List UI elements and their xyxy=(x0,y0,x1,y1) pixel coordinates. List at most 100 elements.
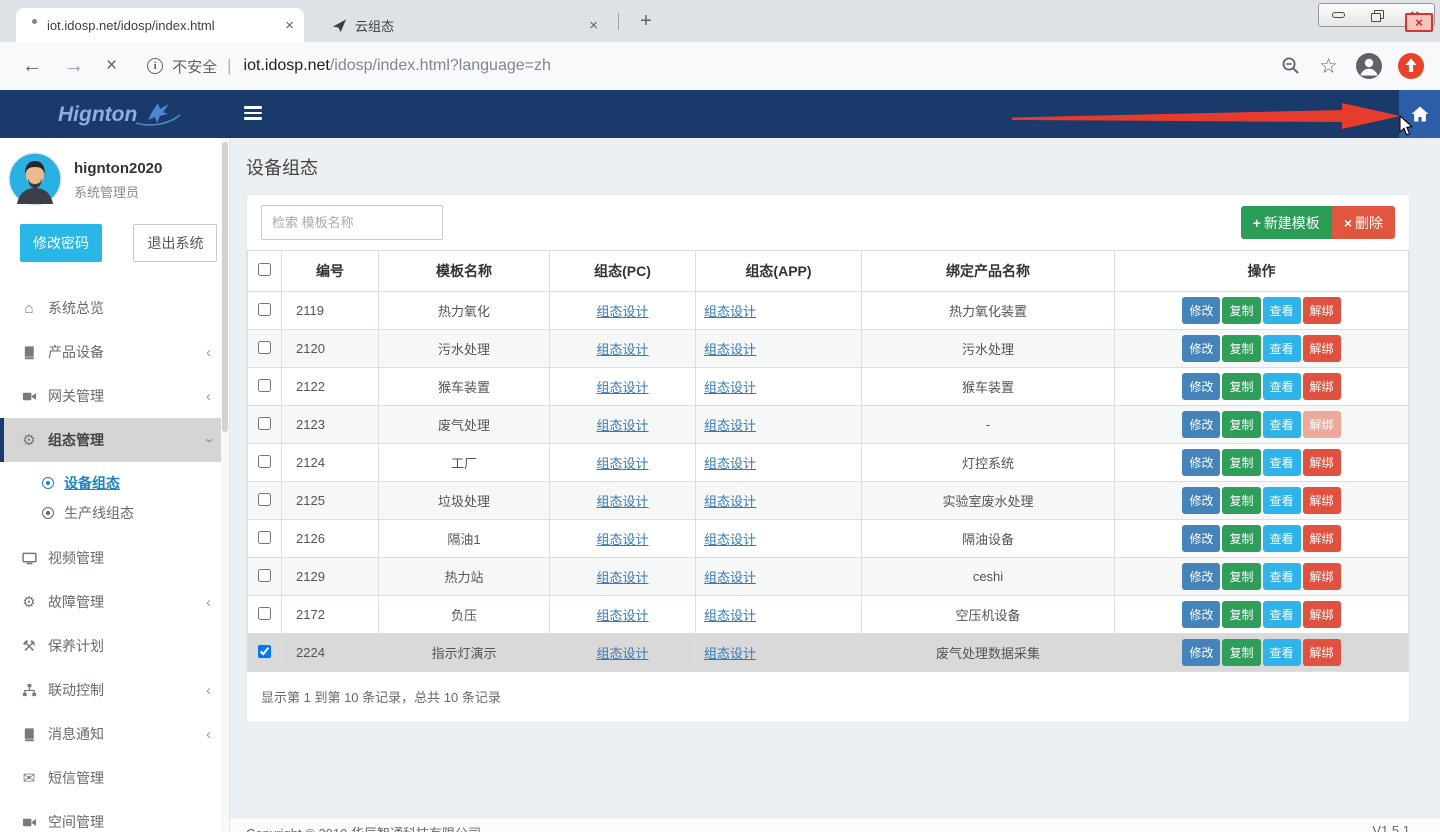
logout-button[interactable]: 退出系统 xyxy=(133,224,217,262)
sidebar-item-maintenance-plan[interactable]: ⚒ 保养计划 xyxy=(0,624,229,668)
search-input[interactable] xyxy=(261,205,443,240)
unbind-button[interactable]: 解绑 xyxy=(1303,335,1341,362)
row-checkbox[interactable] xyxy=(258,417,271,430)
view-button[interactable]: 查看 xyxy=(1263,563,1301,590)
view-button[interactable]: 查看 xyxy=(1263,411,1301,438)
unbind-button[interactable]: 解绑 xyxy=(1303,525,1341,552)
pc-design-link[interactable]: 组态设计 xyxy=(596,494,648,509)
app-design-link[interactable]: 组态设计 xyxy=(704,380,756,395)
unbind-button[interactable]: 解绑 xyxy=(1303,639,1341,666)
hamburger-menu-icon[interactable] xyxy=(244,106,262,123)
restore-button[interactable] xyxy=(1357,4,1395,26)
change-password-button[interactable]: 修改密码 xyxy=(20,224,102,262)
pc-design-link[interactable]: 组态设计 xyxy=(596,532,648,547)
edit-button[interactable]: 修改 xyxy=(1182,335,1220,362)
copy-button[interactable]: 复制 xyxy=(1222,525,1260,552)
tab-close-icon[interactable]: × xyxy=(589,17,598,34)
copy-button[interactable]: 复制 xyxy=(1222,563,1260,590)
edit-button[interactable]: 修改 xyxy=(1182,449,1220,476)
view-button[interactable]: 查看 xyxy=(1263,601,1301,628)
bookmark-star-icon[interactable]: ☆ xyxy=(1319,54,1338,79)
view-button[interactable]: 查看 xyxy=(1263,449,1301,476)
edit-button[interactable]: 修改 xyxy=(1182,601,1220,628)
edit-button[interactable]: 修改 xyxy=(1182,411,1220,438)
copy-button[interactable]: 复制 xyxy=(1222,639,1260,666)
row-checkbox[interactable] xyxy=(258,607,271,620)
app-design-link[interactable]: 组态设计 xyxy=(704,646,756,661)
sidebar-item-sms-management[interactable]: ✉ 短信管理 xyxy=(0,756,229,800)
minimize-button[interactable] xyxy=(1319,4,1357,26)
pc-design-link[interactable]: 组态设计 xyxy=(596,342,648,357)
unbind-button[interactable]: 解绑 xyxy=(1303,411,1341,438)
zoom-out-icon[interactable] xyxy=(1281,56,1301,76)
edit-button[interactable]: 修改 xyxy=(1182,639,1220,666)
row-checkbox[interactable] xyxy=(258,303,271,316)
sidebar-item-linkage-control[interactable]: 联动控制 ‹ xyxy=(0,668,229,712)
copy-button[interactable]: 复制 xyxy=(1222,601,1260,628)
delete-button[interactable]: ×删除 xyxy=(1332,206,1395,239)
view-button[interactable]: 查看 xyxy=(1263,487,1301,514)
app-design-link[interactable]: 组态设计 xyxy=(704,456,756,471)
pc-design-link[interactable]: 组态设计 xyxy=(596,456,648,471)
app-design-link[interactable]: 组态设计 xyxy=(704,304,756,319)
new-template-button[interactable]: +新建模板 xyxy=(1241,206,1332,239)
copy-button[interactable]: 复制 xyxy=(1222,373,1260,400)
edit-button[interactable]: 修改 xyxy=(1182,487,1220,514)
unbind-button[interactable]: 解绑 xyxy=(1303,563,1341,590)
sidebar-item-product-devices[interactable]: 产品设备 ‹ xyxy=(0,330,229,374)
view-button[interactable]: 查看 xyxy=(1263,639,1301,666)
pc-design-link[interactable]: 组态设计 xyxy=(596,418,648,433)
unbind-button[interactable]: 解绑 xyxy=(1303,601,1341,628)
app-design-link[interactable]: 组态设计 xyxy=(704,608,756,623)
sidebar-item-space-management[interactable]: 空间管理 xyxy=(0,800,229,832)
forward-button[interactable]: → xyxy=(64,55,84,78)
info-icon[interactable]: i xyxy=(147,58,163,74)
pc-design-link[interactable]: 组态设计 xyxy=(596,570,648,585)
copy-button[interactable]: 复制 xyxy=(1222,449,1260,476)
copy-button[interactable]: 复制 xyxy=(1222,297,1260,324)
sidebar-item-fault-management[interactable]: ⚙ 故障管理 ‹ xyxy=(0,580,229,624)
row-checkbox[interactable] xyxy=(258,645,271,658)
unbind-button[interactable]: 解绑 xyxy=(1303,297,1341,324)
view-button[interactable]: 查看 xyxy=(1263,335,1301,362)
copy-button[interactable]: 复制 xyxy=(1222,335,1260,362)
row-checkbox[interactable] xyxy=(258,379,271,392)
copy-button[interactable]: 复制 xyxy=(1222,487,1260,514)
pc-design-link[interactable]: 组态设计 xyxy=(596,380,648,395)
tab-close-icon[interactable]: × xyxy=(285,17,294,34)
extension-icon[interactable] xyxy=(1398,53,1424,79)
app-design-link[interactable]: 组态设计 xyxy=(704,418,756,433)
row-checkbox[interactable] xyxy=(258,569,271,582)
edit-button[interactable]: 修改 xyxy=(1182,563,1220,590)
edit-button[interactable]: 修改 xyxy=(1182,525,1220,552)
row-checkbox[interactable] xyxy=(258,531,271,544)
sidebar-scrollbar[interactable] xyxy=(221,138,229,832)
row-checkbox[interactable] xyxy=(258,455,271,468)
edit-button[interactable]: 修改 xyxy=(1182,373,1220,400)
app-design-link[interactable]: 组态设计 xyxy=(704,532,756,547)
browser-tab-inactive[interactable]: 云组态 × xyxy=(318,8,608,42)
unbind-button[interactable]: 解绑 xyxy=(1303,449,1341,476)
app-design-link[interactable]: 组态设计 xyxy=(704,494,756,509)
browser-profile-icon[interactable] xyxy=(1356,53,1382,79)
stop-button[interactable]: × xyxy=(106,55,117,77)
address-bar[interactable]: i 不安全 | iot.idosp.net/idosp/index.html?l… xyxy=(147,56,1263,77)
pc-design-link[interactable]: 组态设计 xyxy=(596,304,648,319)
sidebar-item-config-management[interactable]: ⚙ 组态管理 ‹ xyxy=(0,418,229,462)
sidebar-item-device-config[interactable]: 设备组态 xyxy=(0,468,229,498)
new-tab-button[interactable]: + xyxy=(634,10,658,34)
view-button[interactable]: 查看 xyxy=(1263,525,1301,552)
sidebar-item-gateway[interactable]: 网关管理 ‹ xyxy=(0,374,229,418)
sidebar-item-production-line-config[interactable]: 生产线组态 xyxy=(0,498,229,528)
browser-tab-active[interactable]: iot.idosp.net/idosp/index.html × xyxy=(16,8,304,42)
edit-button[interactable]: 修改 xyxy=(1182,297,1220,324)
sidebar-item-video-management[interactable]: 视频管理 xyxy=(0,536,229,580)
unbind-button[interactable]: 解绑 xyxy=(1303,487,1341,514)
bigdata-home-button[interactable] xyxy=(1399,90,1440,138)
back-button[interactable]: ← xyxy=(22,55,42,78)
view-button[interactable]: 查看 xyxy=(1263,297,1301,324)
app-design-link[interactable]: 组态设计 xyxy=(704,342,756,357)
unbind-button[interactable]: 解绑 xyxy=(1303,373,1341,400)
pc-design-link[interactable]: 组态设计 xyxy=(596,608,648,623)
pc-design-link[interactable]: 组态设计 xyxy=(596,646,648,661)
